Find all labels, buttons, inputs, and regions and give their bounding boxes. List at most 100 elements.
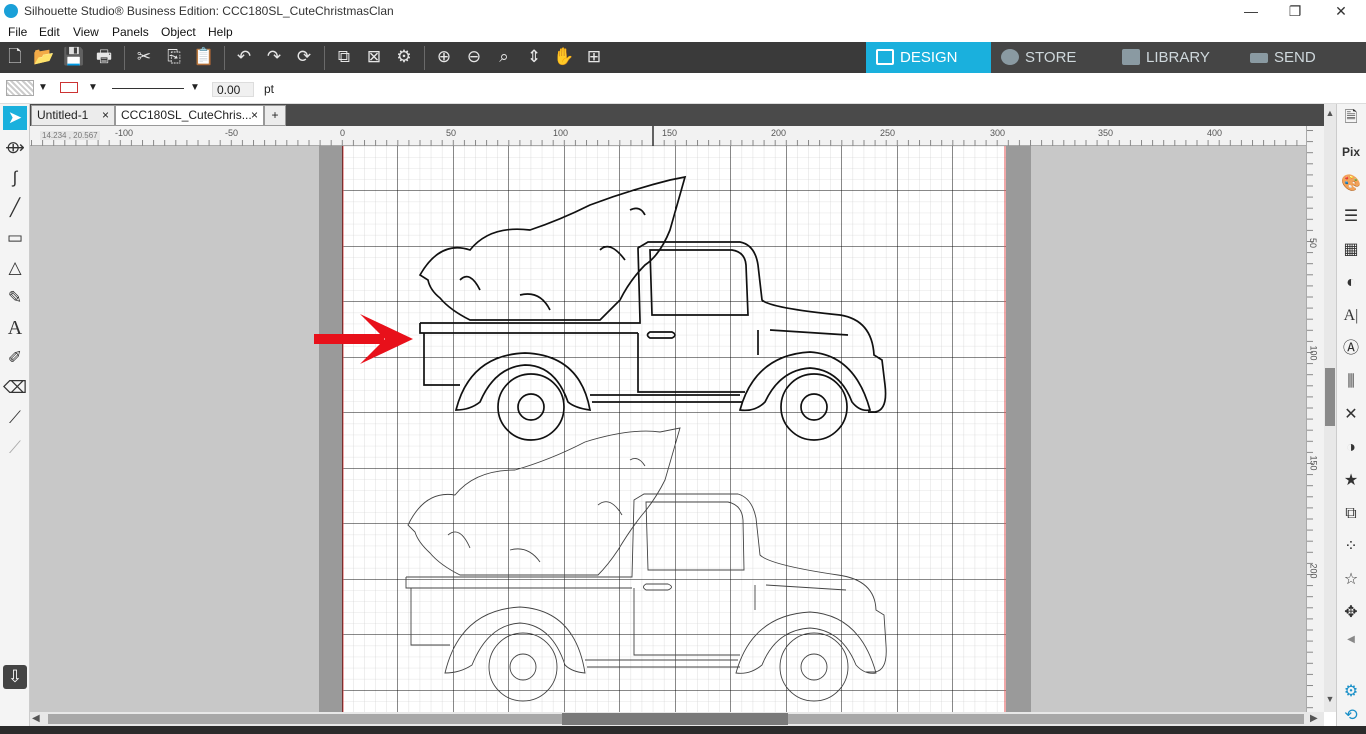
restore-button[interactable]: ❐: [1272, 1, 1318, 23]
eraser-tool-icon[interactable]: ⌫: [3, 376, 27, 400]
zoom-select-icon[interactable]: ⌕: [493, 46, 515, 68]
center-page-icon[interactable]: ⊞: [583, 46, 605, 68]
vertical-scrollbar[interactable]: ▲ ▼: [1324, 104, 1336, 712]
truck-outline-thin: [405, 427, 887, 702]
tab-library[interactable]: LIBRARY: [1112, 42, 1240, 73]
eyedropper-tool-icon[interactable]: ⟋: [3, 436, 27, 460]
toolbar-divider: [324, 46, 325, 70]
paste-icon[interactable]: 📋: [193, 46, 215, 68]
text-tool-icon[interactable]: A: [3, 316, 27, 340]
close-tab-icon[interactable]: ×: [102, 106, 109, 125]
bezier-tool-icon[interactable]: ∫: [3, 166, 27, 190]
scroll-right-icon[interactable]: ▶: [1310, 713, 1318, 724]
close-tab-icon[interactable]: ×: [251, 106, 258, 125]
menu-help[interactable]: Help: [208, 25, 233, 39]
fill-dropdown-icon[interactable]: ▼: [38, 82, 48, 93]
fill-color-icon[interactable]: 🎨: [1339, 172, 1363, 196]
text-to-path-icon[interactable]: Ⓐ: [1339, 337, 1363, 361]
print-icon[interactable]: 🖶: [93, 46, 115, 68]
line-style-icon[interactable]: ☰: [1339, 205, 1363, 229]
menu-file[interactable]: File: [8, 25, 27, 39]
toolbar-divider: [124, 46, 125, 70]
menu-object[interactable]: Object: [161, 25, 196, 39]
menu-bar: [0, 23, 1366, 42]
silhouette-s-icon: [1001, 49, 1019, 65]
sync-icon[interactable]: ⟲: [1339, 704, 1363, 728]
rectangle-tool-icon[interactable]: ▭: [3, 226, 27, 250]
line-color-dropdown-icon[interactable]: ▼: [88, 82, 98, 93]
fit-to-page-icon[interactable]: ⇕: [523, 46, 545, 68]
sketch-panel-icon[interactable]: ⁘: [1339, 535, 1363, 559]
rhinestone-icon[interactable]: ★: [1339, 469, 1363, 493]
cutter-icon: [1250, 53, 1268, 63]
modify-icon[interactable]: ◑: [1339, 436, 1363, 460]
text-style-icon[interactable]: A|: [1339, 304, 1363, 328]
tab-send[interactable]: SEND: [1240, 42, 1366, 73]
point-edit-tool-icon[interactable]: ⟴: [3, 136, 27, 160]
open-folder-icon[interactable]: 📂: [33, 46, 55, 68]
page-setup-icon[interactable]: 🗎: [1339, 106, 1363, 130]
cut-icon[interactable]: ✂: [133, 46, 155, 68]
grid-icon: [876, 49, 894, 65]
ruler-label: -50: [225, 128, 239, 138]
menu-edit[interactable]: Edit: [39, 25, 60, 39]
scroll-left-icon[interactable]: ◀: [32, 713, 40, 724]
line-style-dropdown-icon[interactable]: ▼: [190, 82, 200, 93]
undo-icon[interactable]: ↶: [233, 46, 255, 68]
line-color-swatch[interactable]: [60, 82, 78, 93]
truck-drawing-layer[interactable]: [300, 170, 920, 710]
offset-icon[interactable]: ☆: [1339, 568, 1363, 592]
add-tab-button[interactable]: +: [264, 105, 286, 126]
zoom-out-icon[interactable]: ⊖: [463, 46, 485, 68]
vertical-ruler: [1306, 126, 1325, 712]
settings-gear-icon[interactable]: ⚙: [1339, 680, 1363, 704]
line-tool-icon[interactable]: ╱: [3, 196, 27, 220]
zoom-in-icon[interactable]: ⊕: [433, 46, 455, 68]
doc-tab-untitled[interactable]: Untitled-1 ×: [31, 105, 115, 126]
copy-icon[interactable]: ⎘: [163, 46, 185, 68]
fill-pattern-swatch[interactable]: [6, 80, 34, 96]
scroll-down-icon[interactable]: ▼: [1324, 694, 1336, 706]
transform-icon[interactable]: ✕: [1339, 403, 1363, 427]
fill-gradient-icon[interactable]: ◐: [1339, 271, 1363, 295]
toolbar-divider: [224, 46, 225, 70]
horizontal-scrollbar[interactable]: ◀ ▶: [30, 712, 1324, 726]
library-panel-icon[interactable]: ⇩: [3, 665, 27, 689]
line-width-input[interactable]: 0.00: [212, 82, 254, 97]
ruler-label: 150: [1308, 455, 1319, 471]
new-file-icon[interactable]: 🗋: [4, 46, 26, 68]
tab-store[interactable]: STORE: [991, 42, 1112, 73]
replicate-icon[interactable]: ⧉: [1339, 502, 1363, 526]
knife-tool-icon[interactable]: ⟋: [3, 406, 27, 430]
line-style-preview[interactable]: [112, 88, 184, 89]
pixscan-icon[interactable]: Pix: [1339, 140, 1363, 164]
select-by-color-icon[interactable]: ⚙: [393, 46, 415, 68]
collapse-panel-icon[interactable]: ◀: [1339, 628, 1363, 652]
fill-pattern-icon[interactable]: ▦: [1339, 238, 1363, 262]
pencil-tool-icon[interactable]: ✎: [3, 286, 27, 310]
scroll-up-icon[interactable]: ▲: [1324, 108, 1336, 120]
tab-design[interactable]: DESIGN: [866, 42, 991, 73]
menu-panels[interactable]: Panels: [112, 25, 149, 39]
ruler-label: 300: [990, 128, 1006, 138]
ruler-label: -100: [115, 128, 134, 138]
select-tool-icon[interactable]: ➤: [3, 106, 27, 130]
ruler-label: 250: [880, 128, 896, 138]
menu-view[interactable]: View: [73, 25, 99, 39]
redo-icon[interactable]: ↷: [263, 46, 285, 68]
horizontal-scroll-thumb[interactable]: [562, 713, 788, 725]
redraw-icon[interactable]: ⟳: [293, 46, 315, 68]
deselect-icon[interactable]: ⊠: [363, 46, 385, 68]
save-icon[interactable]: 💾: [63, 46, 85, 68]
close-button[interactable]: ✕: [1318, 1, 1364, 23]
ruler-label: 50: [1308, 237, 1319, 249]
vertical-scroll-thumb[interactable]: [1325, 368, 1335, 426]
doc-tab-current[interactable]: CCC180SL_CuteChris... ×: [115, 105, 264, 126]
minimize-button[interactable]: —: [1228, 1, 1274, 23]
align-icon[interactable]: ⫼: [1339, 370, 1363, 394]
pan-hand-icon[interactable]: ✋: [553, 46, 575, 68]
select-all-icon[interactable]: ⧉: [333, 46, 355, 68]
sketch-tool-icon[interactable]: ✐: [3, 346, 27, 370]
polygon-tool-icon[interactable]: △: [3, 256, 27, 280]
puzzle-icon[interactable]: ✥: [1339, 601, 1363, 625]
